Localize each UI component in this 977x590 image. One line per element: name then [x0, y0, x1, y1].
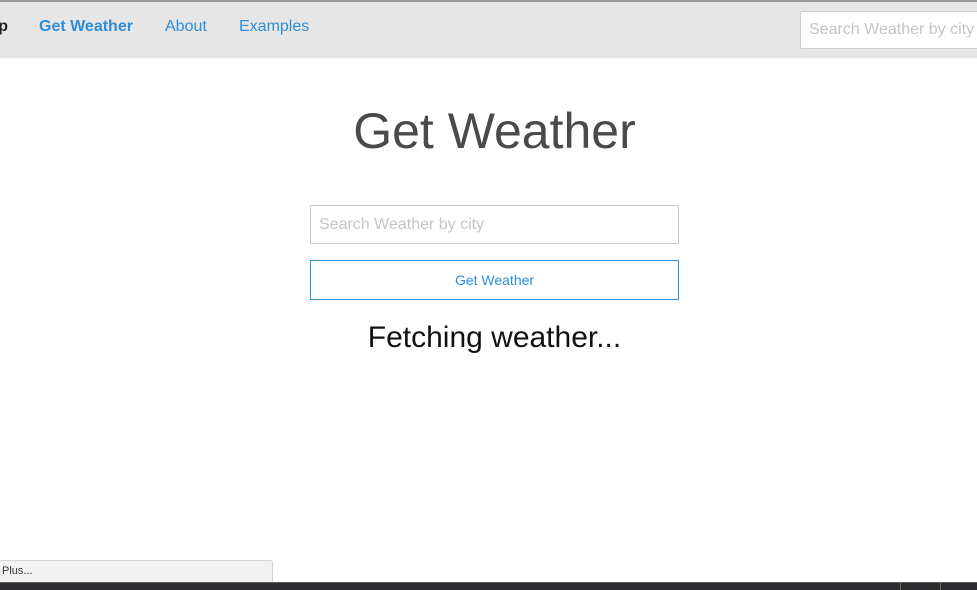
browser-status-tooltip: Plus...	[0, 560, 273, 582]
fetching-status-text: Fetching weather...	[367, 321, 622, 354]
navbar: p Get Weather About Examples	[0, 2, 977, 58]
nav-link-get-weather[interactable]: Get Weather	[39, 18, 133, 36]
taskbar-separator	[940, 583, 941, 590]
brand-label[interactable]: p	[0, 18, 8, 36]
get-weather-button[interactable]: Get Weather	[310, 260, 679, 300]
taskbar-separator	[900, 583, 901, 590]
nav-link-about[interactable]: About	[165, 18, 207, 36]
city-search-input[interactable]	[310, 205, 679, 244]
nav-link-examples[interactable]: Examples	[239, 18, 309, 36]
navbar-search-input[interactable]	[800, 11, 977, 49]
page: p Get Weather About Examples Get Weather…	[0, 0, 977, 590]
page-title: Get Weather	[353, 103, 636, 159]
taskbar	[0, 582, 977, 590]
